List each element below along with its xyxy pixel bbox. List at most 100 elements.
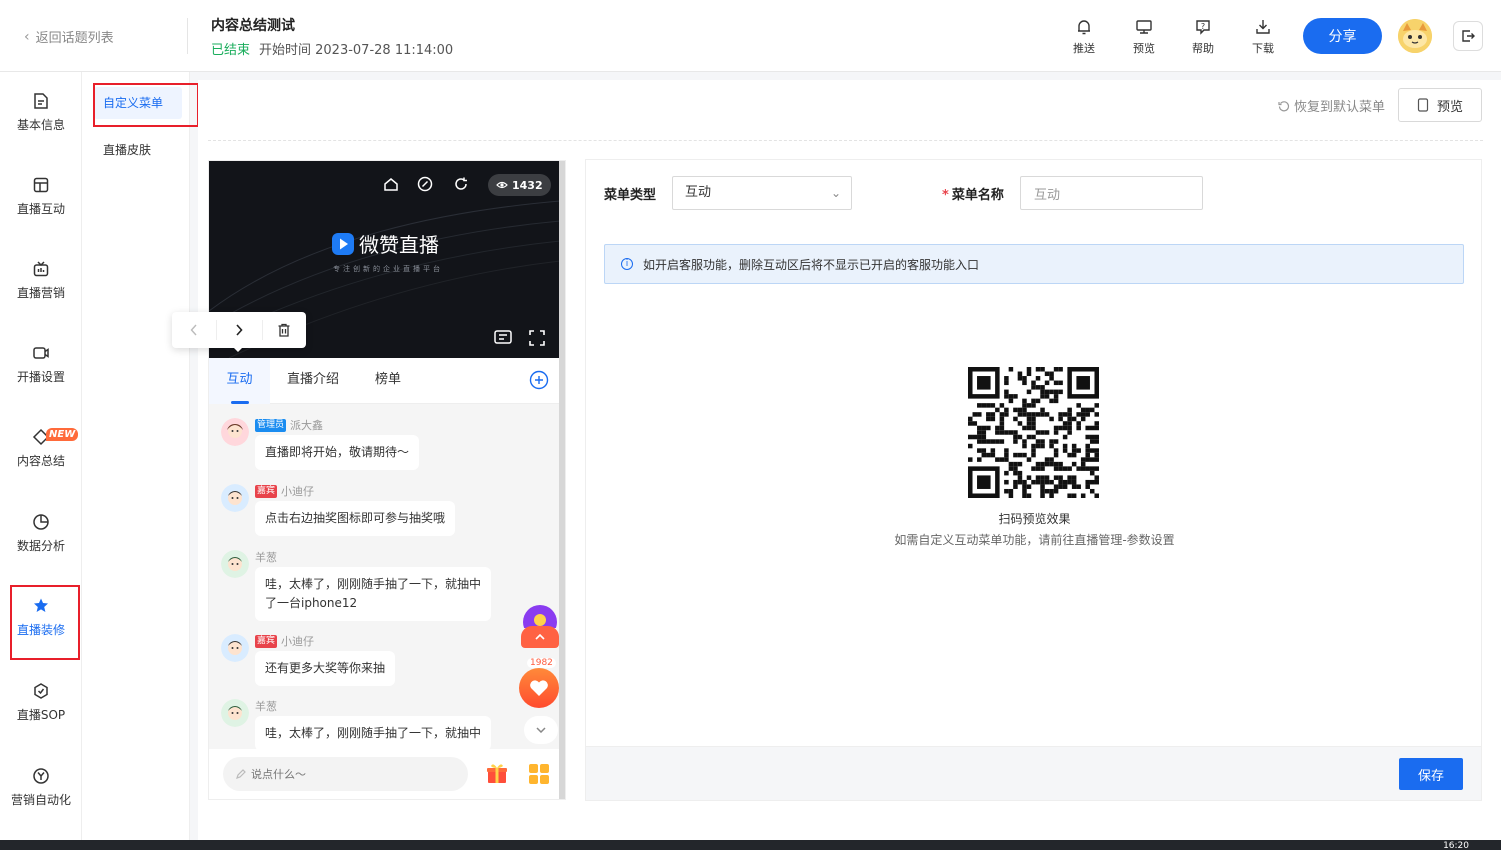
message-sender: 羊葱	[255, 549, 277, 565]
back-to-topic-list-link[interactable]: ‹ 返回话题列表	[24, 27, 114, 47]
menu-type-value: 互动	[685, 185, 712, 200]
like-button[interactable]	[519, 668, 559, 708]
tab-live-intro[interactable]: 直播介绍	[277, 358, 349, 404]
pencil-icon	[236, 769, 246, 779]
nav-item-live-interaction[interactable]: 直播互动	[0, 176, 82, 246]
decorate-icon	[34, 598, 48, 612]
chat-input[interactable]	[223, 757, 468, 791]
nav-item-live-marketing[interactable]: 直播营销	[0, 260, 82, 330]
help-icon: ?	[1196, 20, 1210, 35]
view-count: 1432	[512, 178, 543, 192]
help-button[interactable]: ? 帮助	[1185, 18, 1221, 56]
avatar	[221, 634, 249, 662]
nav-label: 数据分析	[16, 539, 65, 553]
user-avatar[interactable]	[1398, 19, 1432, 53]
phone-scrollbar[interactable]	[559, 161, 565, 799]
link-icon[interactable]	[417, 176, 433, 192]
refresh-icon[interactable]	[453, 176, 469, 192]
restore-label: 恢复到默认菜单	[1293, 100, 1385, 115]
nav-label: 内容总结	[16, 454, 65, 468]
push-button[interactable]: 推送	[1066, 18, 1102, 56]
form-footer: 保存	[586, 746, 1481, 800]
home-icon[interactable]	[383, 176, 399, 192]
delete-button[interactable]	[262, 312, 306, 348]
message-bubble: 哇，太棒了，刚刚随手抽了一下，就抽中 了一台iphone12	[255, 567, 492, 621]
add-tab-icon[interactable]	[529, 370, 549, 390]
nav-item-broadcast-settings[interactable]: 开播设置	[0, 344, 82, 414]
nav-item-basic-info[interactable]: 基本信息	[0, 92, 82, 162]
avatar	[221, 699, 249, 727]
sop-icon	[34, 683, 48, 699]
message-line: 了一台iphone12	[265, 596, 358, 610]
cartoon-avatar-icon	[1398, 19, 1432, 53]
document-icon	[34, 93, 48, 109]
phone-icon	[1417, 98, 1429, 112]
prev-button[interactable]	[172, 312, 216, 348]
chevron-left-icon	[190, 324, 197, 336]
chevron-up-icon	[535, 634, 545, 640]
preview-top-label: 预览	[1133, 42, 1155, 55]
gift-icon[interactable]	[485, 762, 509, 786]
monitor-icon	[1136, 20, 1152, 34]
nav-item-marketing-automation[interactable]: 营销自动化	[0, 767, 82, 837]
nav-label: 开播设置	[16, 370, 65, 384]
menu-type-label: 菜单类型	[604, 188, 657, 203]
restore-default-menu-link[interactable]: 恢复到默认菜单	[1278, 96, 1385, 115]
message-bubble: 直播即将开始，敬请期待～	[255, 435, 420, 470]
menu-name-label: * 菜单名称	[942, 184, 1004, 203]
phone-preview: 1432 微赞直播 专注创新的企业直播平台 互动 直播介绍 榜单 管理员 派大鑫…	[208, 160, 566, 800]
status-badge: 已结束	[211, 43, 251, 58]
divider	[208, 140, 1483, 141]
brand-name: 微赞直播	[359, 233, 439, 257]
avatar	[221, 484, 249, 512]
menu-name-input[interactable]	[1020, 176, 1203, 210]
lottery-icon[interactable]	[522, 604, 558, 628]
automation-icon	[33, 768, 49, 784]
exit-button[interactable]	[1453, 21, 1483, 51]
nav-item-data-analysis[interactable]: 数据分析	[0, 513, 82, 583]
qr-code	[968, 367, 1099, 498]
sender-name: 派大鑫	[290, 419, 324, 432]
chevron-right-icon	[236, 324, 243, 336]
nav-item-live-sop[interactable]: 直播SOP	[0, 682, 82, 752]
tab-interaction[interactable]: 互动	[209, 358, 270, 404]
share-button[interactable]: 分享	[1303, 18, 1382, 54]
menu-type-select[interactable]: 互动 ⌄	[672, 176, 852, 210]
nav-label: 直播装修	[16, 623, 65, 637]
message-bubble: 点击右边抽奖图标即可参与抽奖哦	[255, 501, 456, 536]
help-label: 帮助	[1192, 42, 1214, 55]
role-tag: 嘉宾	[255, 634, 278, 648]
danmaku-icon[interactable]	[493, 328, 513, 348]
info-alert: i 如开启客服功能，删除互动区后将不显示已开启的客服功能入口	[604, 244, 1464, 284]
download-button[interactable]: 下载	[1245, 18, 1281, 56]
view-count-badge: 1432	[488, 174, 551, 196]
user-avatar-icon	[221, 634, 249, 662]
required-marker: *	[942, 188, 949, 203]
tab-ranking[interactable]: 榜单	[361, 358, 415, 404]
nav-label: 基本信息	[16, 118, 65, 132]
role-tag: 管理员	[255, 418, 287, 432]
chevron-down-icon: ⌄	[830, 186, 841, 200]
sender-name: 小迪仔	[281, 485, 315, 498]
scroll-down-button[interactable]	[524, 716, 558, 744]
nav-item-live-decoration[interactable]: 直播装修	[0, 597, 82, 667]
preview-top-button[interactable]: 预览	[1126, 18, 1162, 56]
pie-chart-icon	[33, 514, 49, 530]
restore-icon	[1278, 100, 1290, 111]
chat-composer	[209, 749, 560, 799]
fullscreen-icon[interactable]	[528, 329, 546, 347]
apps-grid-icon[interactable]	[528, 763, 550, 785]
scroll-up-button[interactable]	[521, 626, 559, 648]
phone-tabs: 互动 直播介绍 榜单	[209, 358, 560, 404]
eye-icon	[496, 181, 508, 189]
heart-icon	[530, 680, 548, 696]
preview-button[interactable]: 预览	[1398, 88, 1482, 122]
sub-item-custom-menu[interactable]: 自定义菜单	[94, 87, 182, 119]
back-label: 返回话题列表	[35, 31, 114, 46]
message-sender: 羊葱	[255, 698, 277, 714]
sub-item-live-skin[interactable]: 直播皮肤	[94, 134, 182, 166]
nav-item-content-summary[interactable]: NEW 内容总结	[0, 428, 82, 498]
sender-name: 小迪仔	[281, 635, 315, 648]
save-button[interactable]: 保存	[1399, 758, 1463, 790]
next-button[interactable]	[217, 312, 261, 348]
